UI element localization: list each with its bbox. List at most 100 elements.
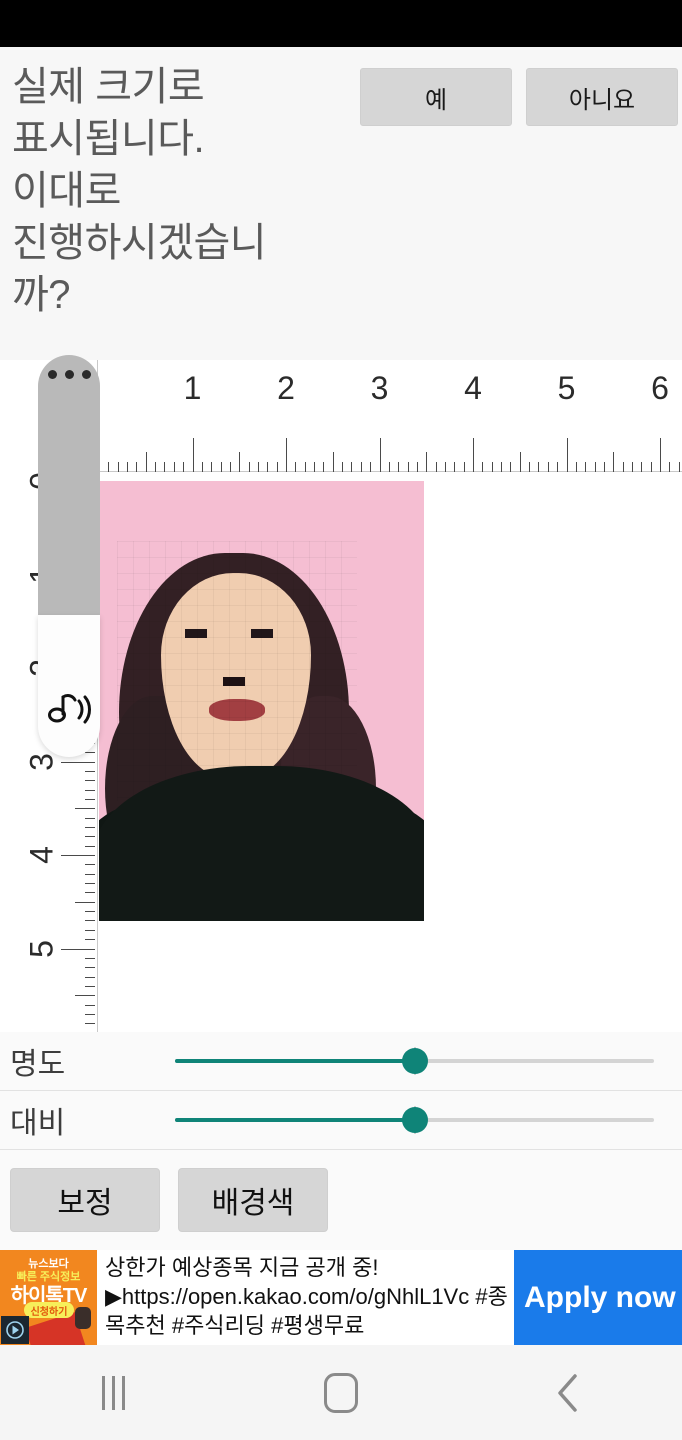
ruler-tick [61,855,95,856]
ruler-tick [566,438,568,472]
ruler-tick [594,462,596,472]
adchoices-triangle-icon[interactable] [1,1316,29,1344]
recents-icon[interactable] [102,1375,126,1410]
ruler-tick [501,462,503,472]
ruler-tick [61,761,95,763]
ruler-tick [127,462,129,472]
ruler-tick [85,864,95,866]
ruler-tick [85,967,95,969]
ruler-tick [426,452,428,472]
slider-track[interactable] [175,1106,654,1134]
ruler-tick [85,798,95,800]
ruler-tick [257,462,259,472]
correct-button[interactable]: 보정 [10,1168,160,1232]
ruler-tick [585,462,587,472]
nav-recents-button[interactable] [0,1345,227,1440]
ruler-number: 5 [23,939,60,958]
nav-home-button[interactable] [227,1345,454,1440]
ruler-tick [660,438,661,472]
ruler-tick [370,462,372,472]
ad-logo-badge: 신청하기 [24,1302,74,1318]
ruler-tick [538,462,540,472]
id-photo-preview[interactable] [99,481,424,921]
android-navigation-bar [0,1345,682,1440]
ruler-tick [295,462,297,472]
ruler-number: 3 [370,370,389,406]
ruler-tick [407,462,409,472]
ruler-tick [85,873,95,875]
ruler-tick [510,462,512,472]
status-bar [0,0,682,47]
slider-row[interactable]: 명도 [0,1032,682,1091]
ruler-tick [85,826,95,828]
dialog-message: 실제 크기로 표시됩니다. 이대로 진행하시겠습니 까? [12,65,267,317]
ruler-tick [85,789,95,791]
floating-widget-handle[interactable] [38,355,100,615]
ruler-number: 5 [557,370,576,406]
ruler-tick [388,462,390,472]
back-chevron-icon[interactable] [553,1371,583,1415]
ruler-tick [575,462,577,472]
ruler-tick [286,438,287,472]
ruler-tick [85,817,95,819]
ruler-tick [529,462,531,472]
ruler-tick [85,780,95,782]
dialog-no-button[interactable]: 아니요 [526,68,678,126]
background-color-button[interactable]: 배경색 [178,1168,328,1232]
floating-overlay-widget[interactable] [38,355,100,757]
ruler-tick [669,462,671,472]
slider-label: 명도 [10,1048,66,1081]
ruler-tick [211,462,213,472]
home-icon[interactable] [323,1372,358,1413]
ruler-tick [85,929,95,931]
ruler-tick [164,462,166,472]
ruler-tick [75,808,95,810]
ruler-tick [304,462,306,472]
phone-screen: 실제 크기로 표시됩니다. 이대로 진행하시겠습니 까? 예 아니요 1 2 3 4 5… [0,0,682,1440]
ruler-tick [332,452,334,472]
ad-cta-button[interactable]: Apply now [513,1250,682,1345]
ruler-tick [360,462,362,472]
slider-track[interactable] [175,1047,654,1075]
slider-thumb[interactable] [401,1107,428,1133]
ruler-tick [622,462,624,472]
more-dots-icon[interactable] [38,370,100,379]
ruler-number: 4 [464,370,482,406]
photo-pixelation-overlay [117,541,357,801]
nav-back-button[interactable] [455,1345,682,1440]
ruler-tick [267,462,269,472]
ruler-tick [145,452,147,472]
ruler-tick [85,939,95,941]
ruler-tick [482,462,484,472]
ruler-tick [220,462,222,472]
ruler-tick [519,452,521,472]
ruler-workspace[interactable]: 123456 012345 [0,360,682,1032]
slider-thumb[interactable] [401,1048,428,1074]
ruler-tick [192,438,194,472]
ruler-tick [108,462,110,472]
ruler-tick [75,901,95,903]
ruler-tick [398,462,400,472]
dialog-buttons: 예 아니요 [360,68,678,126]
ruler-tick [323,462,325,472]
ad-logo: 뉴스보다 빠른 주식정보 하이톡TV 신청하기 [0,1250,97,1345]
ruler-tick [342,462,344,472]
music-note-sound-icon[interactable] [46,690,92,735]
floating-widget-sound-panel[interactable] [38,615,100,757]
ruler-tick [183,462,185,472]
ruler-tick [85,892,95,894]
slider-fill [175,1059,415,1063]
ruler-tick [117,462,119,472]
slider-row[interactable]: 대비 [0,1091,682,1150]
horizontal-ruler: 1 2 3 4 5 6 [0,360,682,472]
ruler-tick [248,462,250,472]
action-buttons: 보정 배경색 [0,1150,682,1250]
ruler-tick [85,1013,95,1015]
dialog-yes-button[interactable]: 예 [360,68,512,126]
ruler-tick [650,462,652,472]
ruler-tick [379,438,381,472]
ruler-tick [155,462,157,472]
ad-banner[interactable]: 뉴스보다 빠른 주식정보 하이톡TV 신청하기 상한가 예상종목 지금 공개 중… [0,1250,682,1345]
ruler-tick [351,462,353,472]
ruler-tick [85,1004,95,1006]
